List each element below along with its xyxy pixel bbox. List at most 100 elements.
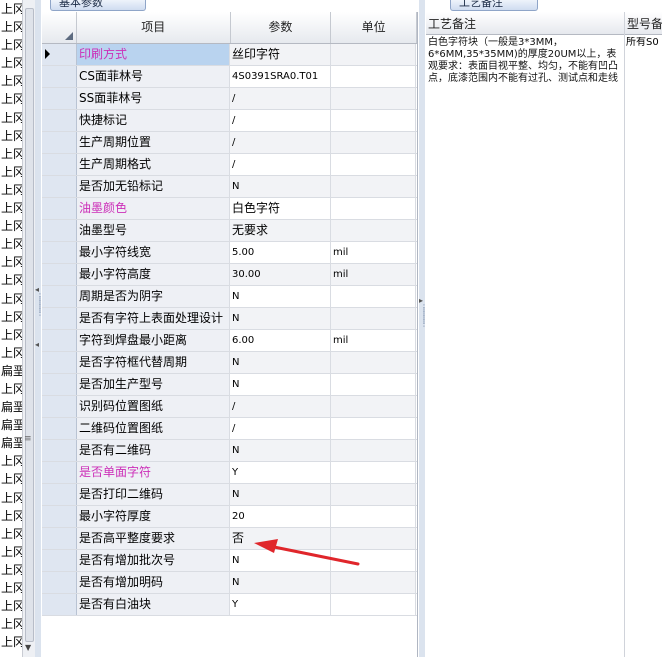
cell-param[interactable]: / <box>230 88 331 109</box>
cell-param[interactable]: N <box>230 286 331 307</box>
row-indicator[interactable] <box>42 198 77 219</box>
cell-param[interactable]: / <box>230 132 331 153</box>
table-row[interactable]: 二维码位置图纸 / <box>42 418 417 440</box>
table-row[interactable]: 生产周期格式 / <box>42 154 417 176</box>
table-row[interactable]: CS面菲林号 4S0391SRA0.T01 <box>42 66 417 88</box>
cell-param[interactable]: N <box>230 440 331 461</box>
cell-param[interactable]: 否 <box>230 528 331 549</box>
cell-param[interactable]: / <box>230 418 331 439</box>
left-list-item[interactable]: 上冈 <box>0 633 22 651</box>
cell-unit[interactable] <box>331 550 416 571</box>
cell-param[interactable]: 白色字符 <box>230 198 331 219</box>
cell-unit[interactable] <box>331 572 416 593</box>
left-list-item[interactable]: 上冈 <box>0 615 22 633</box>
table-row[interactable]: 识别码位置图纸 / <box>42 396 417 418</box>
cell-unit[interactable] <box>331 440 416 461</box>
left-list-item[interactable]: 扁垩 <box>0 434 22 452</box>
row-indicator[interactable] <box>42 440 77 461</box>
cell-unit[interactable] <box>331 154 416 175</box>
row-indicator[interactable] <box>42 66 77 87</box>
row-indicator[interactable] <box>42 396 77 417</box>
table-row[interactable]: 油墨型号 无要求 <box>42 220 417 242</box>
row-indicator[interactable] <box>42 572 77 593</box>
tab-basic-params[interactable]: 基本参数 <box>50 0 146 11</box>
cell-param[interactable]: / <box>230 396 331 417</box>
left-list-item[interactable]: 上冈 <box>0 54 22 72</box>
cell-param[interactable]: 4S0391SRA0.T01 <box>230 66 331 87</box>
process-remark-text[interactable]: 白色字符块（一般是3*3MM，6*6MM,35*35MM)的厚度20UM以上，表… <box>426 37 622 85</box>
scroll-down-icon[interactable]: ▼ <box>25 643 31 652</box>
left-list-item[interactable]: 上冈 <box>0 18 22 36</box>
cell-param[interactable]: 6.00 <box>230 330 331 351</box>
left-list-item[interactable]: 上冈 <box>0 326 22 344</box>
row-indicator[interactable] <box>42 528 77 549</box>
table-row[interactable]: 字符到焊盘最小距离 6.00 mil <box>42 330 417 352</box>
column-header-param[interactable]: 参数 <box>231 12 332 43</box>
left-list-item[interactable]: 上冈 <box>0 597 22 615</box>
column-header-model[interactable]: 型号备 <box>625 12 662 35</box>
cell-param[interactable]: / <box>230 110 331 131</box>
cell-unit[interactable] <box>331 176 416 197</box>
left-list-item[interactable]: 上冈 <box>0 380 22 398</box>
cell-param[interactable]: 无要求 <box>230 220 331 241</box>
table-row[interactable]: 是否有字符上表面处理设计 N <box>42 308 417 330</box>
cell-unit[interactable] <box>331 66 416 87</box>
left-list-item[interactable]: 上冈 <box>0 271 22 289</box>
left-list-item[interactable]: 扁垩 <box>0 398 22 416</box>
table-row[interactable]: 是否高平整度要求否 <box>42 528 417 550</box>
cell-unit[interactable] <box>331 308 416 329</box>
row-indicator[interactable] <box>42 176 77 197</box>
cell-param[interactable]: 丝印字符 <box>230 44 331 65</box>
cell-unit[interactable] <box>331 220 416 241</box>
left-list-item[interactable]: 扁垩 <box>0 416 22 434</box>
left-list-item[interactable]: 上冈 <box>0 543 22 561</box>
cell-param[interactable]: Y <box>230 594 331 615</box>
left-scrollbar[interactable]: ≡ ▼ <box>22 0 35 657</box>
cell-unit[interactable]: mil <box>331 264 416 285</box>
cell-param[interactable]: N <box>230 572 331 593</box>
left-list-item[interactable]: 上冈 <box>0 72 22 90</box>
left-list-item[interactable]: 上冈 <box>0 0 22 18</box>
column-header-process-notes[interactable]: 工艺备注 <box>426 12 625 35</box>
left-scrollbar-thumb[interactable] <box>25 8 34 642</box>
cell-param[interactable]: N <box>230 176 331 197</box>
cell-unit[interactable] <box>331 110 416 131</box>
cell-unit[interactable] <box>331 374 416 395</box>
cell-unit[interactable] <box>331 198 416 219</box>
cell-param[interactable]: 5.00 <box>230 242 331 263</box>
row-indicator[interactable] <box>42 418 77 439</box>
cell-unit[interactable] <box>331 88 416 109</box>
table-row[interactable]: 印刷方式 丝印字符 <box>42 44 417 66</box>
left-list-item[interactable]: 上冈 <box>0 90 22 108</box>
column-header-item[interactable]: 项目 <box>77 12 231 43</box>
row-indicator[interactable] <box>42 462 77 483</box>
right-splitter[interactable]: ▸ ⋮ ⋮ ⋮ ⋮ ⋮ <box>419 0 428 657</box>
column-header-unit[interactable]: 单位 <box>331 12 417 43</box>
expand-left-icon[interactable]: ◂ <box>35 340 39 349</box>
left-list-item[interactable]: 上冈 <box>0 308 22 326</box>
table-row[interactable]: 最小字符高度 30.00 mil <box>42 264 417 286</box>
cell-param[interactable]: N <box>230 550 331 571</box>
cell-unit[interactable] <box>331 506 416 527</box>
left-list-item[interactable]: 上冈 <box>0 525 22 543</box>
left-list-item[interactable]: 上冈 <box>0 470 22 488</box>
row-indicator[interactable] <box>42 132 77 153</box>
table-row[interactable]: 快捷标记 / <box>42 110 417 132</box>
left-list-item[interactable]: 上冈 <box>0 290 22 308</box>
row-indicator[interactable] <box>42 352 77 373</box>
cell-unit[interactable]: mil <box>331 330 416 351</box>
cell-unit[interactable] <box>331 44 416 65</box>
cell-param[interactable]: N <box>230 352 331 373</box>
row-indicator[interactable] <box>42 374 77 395</box>
row-indicator[interactable] <box>42 264 77 285</box>
cell-unit[interactable] <box>331 286 416 307</box>
cell-param[interactable]: N <box>230 308 331 329</box>
row-indicator[interactable] <box>42 242 77 263</box>
row-indicator[interactable] <box>42 88 77 109</box>
cell-unit[interactable] <box>331 528 416 549</box>
cell-unit[interactable] <box>331 462 416 483</box>
table-row[interactable]: 最小字符厚度 20 <box>42 506 417 528</box>
left-list-item[interactable]: 上冈 <box>0 36 22 54</box>
left-list-item[interactable]: 上冈 <box>0 127 22 145</box>
row-indicator[interactable] <box>42 154 77 175</box>
